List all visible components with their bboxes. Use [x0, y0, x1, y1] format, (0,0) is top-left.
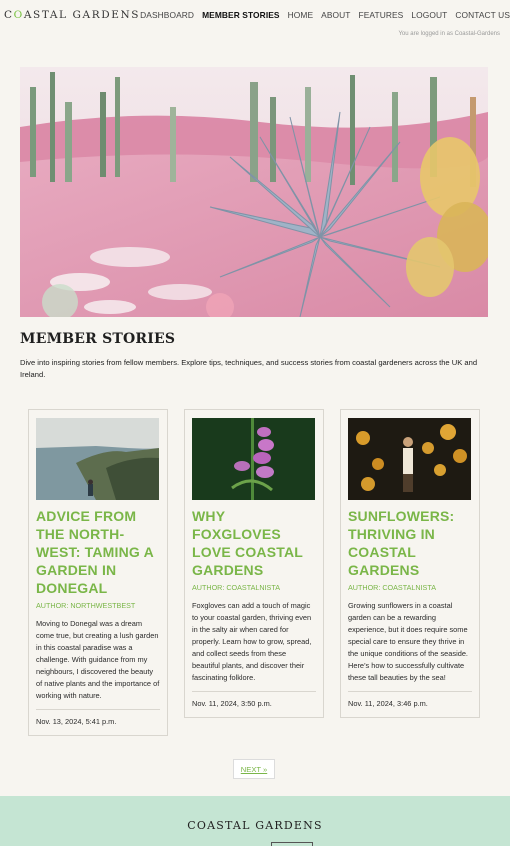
- footer-element: [271, 842, 313, 846]
- nav-member-stories[interactable]: MEMBER STORIES: [202, 10, 280, 20]
- story-author: AUTHOR: COASTALNISTA: [192, 583, 280, 592]
- main-nav: DASHBOARD MEMBER STORIES HOME ABOUT FEAT…: [140, 10, 510, 20]
- story-date: Nov. 11, 2024, 3:46 p.m.: [348, 699, 428, 708]
- story-card[interactable]: SUNFLOWERS: THRIVING IN COASTAL GARDENS …: [340, 409, 480, 718]
- next-page-button[interactable]: NEXT »: [233, 759, 275, 779]
- story-title[interactable]: WHY FOXGLOVES LOVE COASTAL GARDENS: [192, 507, 316, 579]
- story-excerpt: Growing sunflowers in a coastal garden c…: [348, 601, 468, 682]
- story-excerpt: Foxgloves can add a touch of magic to yo…: [192, 601, 312, 682]
- story-excerpt: Moving to Donegal was a dream come true,…: [36, 619, 160, 700]
- desert-garden-illustration: [20, 67, 488, 317]
- nav-dashboard[interactable]: DASHBOARD: [140, 10, 194, 20]
- site-logo[interactable]: COASTAL GARDENS: [4, 9, 140, 21]
- story-date: Nov. 13, 2024, 5:41 p.m.: [36, 717, 117, 726]
- coastal-cliff-photo: [36, 418, 159, 500]
- story-image[interactable]: [36, 418, 159, 500]
- nav-logout[interactable]: LOGOUT: [411, 10, 447, 20]
- story-image[interactable]: [192, 418, 315, 500]
- page-title: MEMBER STORIES: [20, 331, 176, 347]
- story-image[interactable]: [348, 418, 471, 500]
- nav-about[interactable]: ABOUT: [321, 10, 350, 20]
- story-title[interactable]: SUNFLOWERS: THRIVING IN COASTAL GARDENS: [348, 507, 472, 579]
- page-intro: Dive into inspiring stories from fellow …: [20, 358, 478, 379]
- nav-home[interactable]: HOME: [288, 10, 314, 20]
- story-author: AUTHOR: COASTALNISTA: [348, 583, 436, 592]
- login-status: You are logged in as Coastal-Gardens: [398, 31, 500, 37]
- logo-text: ASTAL GARDENS: [23, 9, 141, 21]
- story-card[interactable]: WHY FOXGLOVES LOVE COASTAL GARDENS AUTHO…: [184, 409, 324, 718]
- hero-image: [20, 67, 488, 317]
- top-bar: COASTAL GARDENS DASHBOARD MEMBER STORIES…: [0, 0, 510, 30]
- foxglove-photo: [192, 418, 315, 500]
- footer-logo[interactable]: COASTAL GARDENS: [0, 819, 510, 832]
- footer: COASTAL GARDENS: [0, 796, 510, 846]
- sunflower-field-photo: [348, 418, 471, 500]
- story-title[interactable]: ADVICE FROM THE NORTH-WEST: TAMING A GAR…: [36, 507, 160, 597]
- logo-accent-letter: O: [13, 9, 24, 21]
- logo-letter: C: [4, 9, 14, 21]
- nav-features[interactable]: FEATURES: [359, 10, 404, 20]
- story-card[interactable]: ADVICE FROM THE NORTH-WEST: TAMING A GAR…: [28, 409, 168, 736]
- story-author: AUTHOR: NORTHWESTBEST: [36, 601, 136, 610]
- story-date: Nov. 11, 2024, 3:50 p.m.: [192, 699, 272, 708]
- nav-contact-us[interactable]: CONTACT US: [455, 10, 510, 20]
